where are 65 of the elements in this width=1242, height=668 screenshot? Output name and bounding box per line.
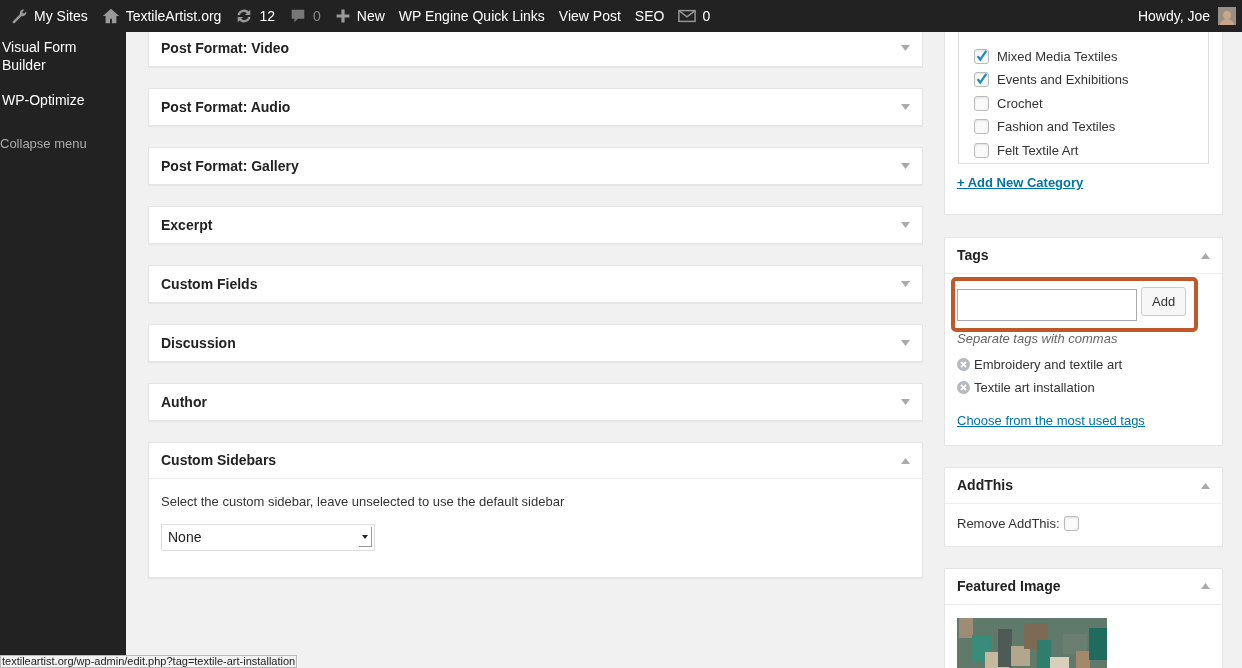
most-used-tags-link[interactable]: Choose from the most used tags	[957, 411, 1145, 431]
category-label: Mixed Media Textiles	[997, 47, 1118, 66]
category-label: Fashion and Textiles	[997, 118, 1116, 136]
toolbar-item[interactable]: My Sites	[10, 5, 88, 27]
sidebar-item[interactable]: WP-Optimize	[0, 91, 126, 109]
plus-icon	[334, 8, 351, 24]
panel-description: Select the custom sidebar, leave unselected to use the default sidebar	[161, 493, 566, 511]
category-label: Felt Textile Art	[997, 141, 1079, 160]
toolbar-item[interactable]: TextileArtist.org	[101, 5, 222, 27]
panel-title: Custom Fields	[161, 274, 258, 294]
tag-input[interactable]	[957, 289, 1137, 321]
remove-tag-icon[interactable]	[957, 358, 970, 371]
toolbar-item[interactable]: SEO	[634, 5, 665, 27]
sidebar-item[interactable]: Visual Form Builder	[0, 38, 126, 74]
home-icon	[101, 7, 120, 25]
panel-title: Excerpt	[161, 215, 213, 235]
toggle-arrow-icon[interactable]	[901, 163, 910, 169]
panel-title: Post Format: Video	[161, 38, 290, 58]
category-label: Events and Exhibitions	[997, 71, 1129, 89]
panel-title: Post Format: Audio	[161, 97, 291, 117]
checkbox[interactable]	[974, 48, 989, 64]
toggle-arrow-icon[interactable]	[901, 457, 910, 464]
add-category-link[interactable]: + Add New Category	[957, 173, 1084, 193]
remove-tag-icon[interactable]	[957, 381, 970, 394]
toolbar-item[interactable]: 0	[678, 5, 711, 27]
panel-title: Discussion	[161, 333, 236, 353]
panel-title: Author	[161, 392, 207, 412]
status-url: textileartist.org/wp-admin/edit.php?tag=textile-art-installation	[0, 655, 298, 668]
toggle-arrow-icon[interactable]	[901, 399, 910, 405]
checkbox[interactable]	[974, 142, 989, 158]
collapse-menu[interactable]: Collapse menu	[0, 134, 126, 154]
toolbar-item[interactable]: New	[334, 5, 385, 27]
add-tag-button[interactable]: Add	[1141, 287, 1187, 316]
checkbox[interactable]	[974, 72, 989, 88]
toggle-arrow-icon[interactable]	[901, 104, 910, 110]
checkbox[interactable]	[1063, 516, 1079, 532]
panel-title: Featured Image	[957, 576, 1061, 596]
sidebar-select[interactable]: None	[161, 523, 375, 551]
toolbar-item[interactable]: View Post	[558, 5, 621, 27]
toggle-arrow-icon[interactable]	[1201, 252, 1210, 259]
toggle-arrow-icon[interactable]	[901, 45, 910, 51]
dropdown-caret-icon[interactable]	[359, 527, 372, 547]
toolbar-item[interactable]: 12	[235, 5, 275, 27]
toolbar-item[interactable]: WP Engine Quick Links	[398, 5, 545, 27]
toggle-arrow-icon[interactable]	[1201, 583, 1210, 589]
panel-title: AddThis	[957, 476, 1013, 495]
toggle-arrow-icon[interactable]	[901, 222, 910, 228]
tag-label: Embroidery and textile art	[974, 355, 1123, 374]
wrench-icon	[10, 7, 28, 25]
category-label: Crochet	[997, 94, 1043, 113]
panel-title: Custom Sidebars	[161, 451, 277, 470]
tag-label: Textile art installation	[974, 378, 1095, 397]
panel-title: Post Format: Gallery	[161, 156, 299, 176]
checkbox[interactable]	[974, 95, 989, 111]
avatar[interactable]	[1218, 7, 1236, 25]
mail-icon	[678, 9, 697, 23]
toggle-arrow-icon[interactable]	[901, 281, 910, 287]
account-greeting[interactable]: Howdy, Joe	[1137, 5, 1210, 27]
toggle-arrow-icon[interactable]	[901, 340, 910, 346]
checkbox[interactable]	[974, 119, 989, 135]
toggle-arrow-icon[interactable]	[1201, 482, 1210, 489]
tags-hint: Separate tags with commas	[957, 330, 1119, 348]
remove-addthis-label: Remove AddThis:	[957, 515, 1060, 533]
panel-title: Tags	[957, 246, 989, 265]
toolbar-item[interactable]: 0	[288, 5, 321, 27]
